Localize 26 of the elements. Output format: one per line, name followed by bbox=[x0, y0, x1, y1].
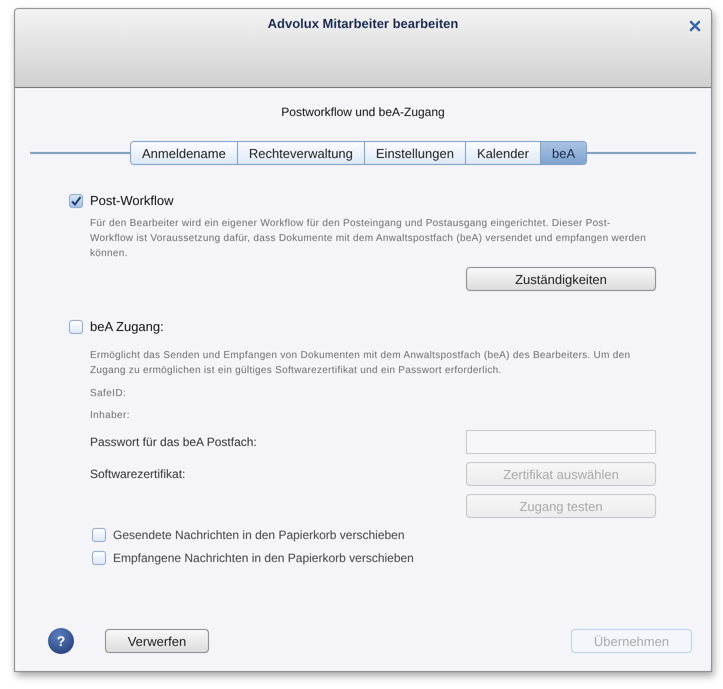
description-text: Für den Bearbeiter wird ein eigener Workflow für den Posteingang und Postausgang eingerichtet. Dieser Post-Workflow ist Voraussetzung dafür, dass Dokumente mit dem Anwaltspostfach (beA) versendet und empfangen werden können. bbox=[90, 217, 648, 261]
description-text: Ermöglicht das Senden und Empfangen von Dokumenten mit dem Anwaltspostfach (beA) des Bearbeiters. Um den Zugang zu ermöglichen ist ein gültiges Softwarezertifikat und ein Passwort erforderlich. bbox=[90, 349, 632, 378]
help-icon[interactable]: ? bbox=[48, 628, 74, 654]
tab[interactable]: beA bbox=[541, 142, 586, 164]
checkbox-label: Empfangene Nachrichten in den Papierkorb verschieben bbox=[113, 551, 414, 565]
info-label: SafeID: bbox=[90, 388, 128, 400]
close-icon[interactable] bbox=[689, 20, 701, 32]
info-label: Inhaber: bbox=[90, 410, 131, 422]
password-field[interactable] bbox=[466, 430, 656, 454]
tab[interactable]: Anmeldename bbox=[131, 142, 238, 164]
password-label: Passwort für das beA Postfach: bbox=[90, 435, 257, 449]
certificate-label: Softwarezertifikat: bbox=[90, 467, 186, 481]
window-title: Advolux Mitarbeiter bearbeiten bbox=[268, 16, 458, 32]
tab[interactable]: Einstellungen bbox=[364, 142, 466, 164]
checkbox[interactable] bbox=[92, 528, 106, 542]
tab[interactable]: Rechteverwaltung bbox=[238, 142, 365, 164]
checkbox-label: Gesendete Nachrichten in den Papierkorb verschieben bbox=[113, 528, 405, 542]
checkbox[interactable] bbox=[69, 320, 83, 334]
checkbox-label: Post-Workflow bbox=[90, 193, 174, 208]
checkbox[interactable] bbox=[92, 551, 106, 565]
responsibilities-button[interactable]: Zuständigkeiten bbox=[466, 267, 656, 291]
section-title: Postworkflow und beA-Zugang bbox=[280, 105, 446, 119]
checkbox[interactable] bbox=[69, 194, 83, 208]
checkbox-label: beA Zugang: bbox=[90, 319, 164, 334]
discard-button[interactable]: Verwerfen bbox=[105, 629, 209, 653]
tab[interactable]: Kalender bbox=[466, 142, 541, 164]
